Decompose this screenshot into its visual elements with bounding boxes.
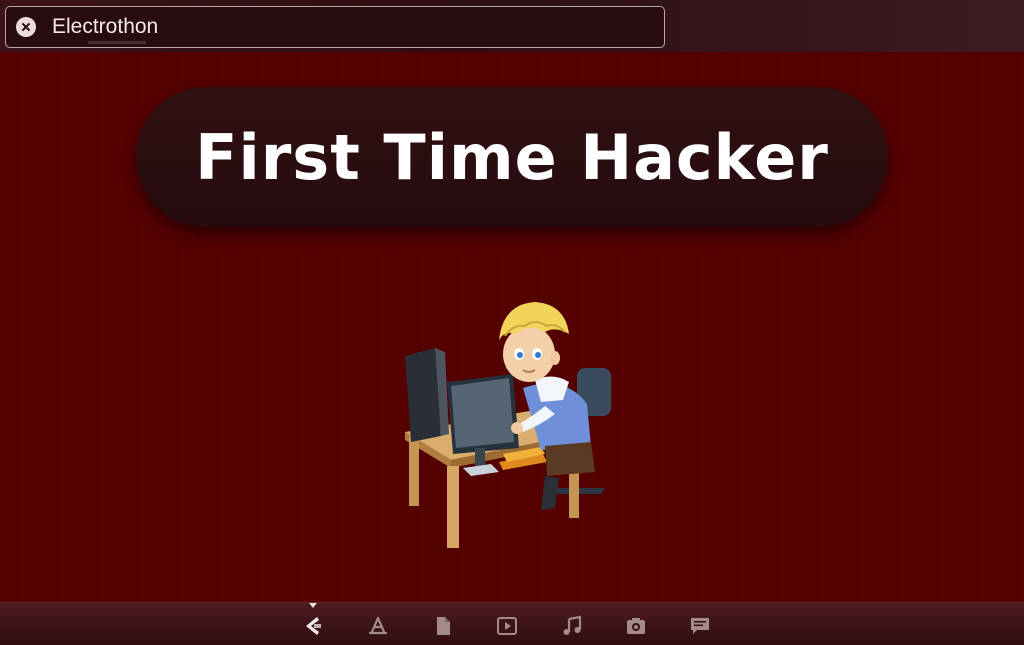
banner-title: First Time Hacker: [195, 120, 829, 194]
person-face: [503, 326, 555, 382]
keyboard: [463, 464, 499, 476]
window-tab[interactable]: Electrothon: [5, 6, 665, 48]
close-icon[interactable]: [16, 17, 36, 37]
dock: [0, 602, 1024, 645]
music-icon[interactable]: [561, 615, 583, 637]
person-pupil: [535, 352, 541, 358]
computer-tower: [405, 348, 441, 442]
app-store-icon[interactable]: [367, 615, 389, 637]
monitor-stand: [475, 448, 485, 466]
person-ear: [550, 351, 560, 365]
video-player-icon[interactable]: [496, 615, 518, 637]
developer-illustration: [405, 302, 611, 548]
chat-icon[interactable]: [689, 615, 711, 637]
person-leg: [541, 476, 559, 510]
active-indicator: [309, 603, 317, 608]
person-hand: [511, 422, 523, 434]
camera-icon[interactable]: [625, 615, 647, 637]
title-bar: Electrothon: [0, 0, 1024, 53]
desk-leg: [409, 436, 419, 506]
desk-leg: [447, 466, 459, 548]
main-content: First Time Hacker: [0, 52, 1024, 602]
monitor-screen: [451, 378, 514, 448]
document-icon[interactable]: [432, 615, 454, 637]
person-pants: [545, 442, 595, 476]
title-banner: First Time Hacker: [136, 87, 888, 227]
tab-underline: [88, 41, 146, 44]
person-pupil: [517, 352, 523, 358]
tab-title: Electrothon: [52, 15, 159, 38]
electrothon-app-icon[interactable]: [302, 615, 324, 637]
